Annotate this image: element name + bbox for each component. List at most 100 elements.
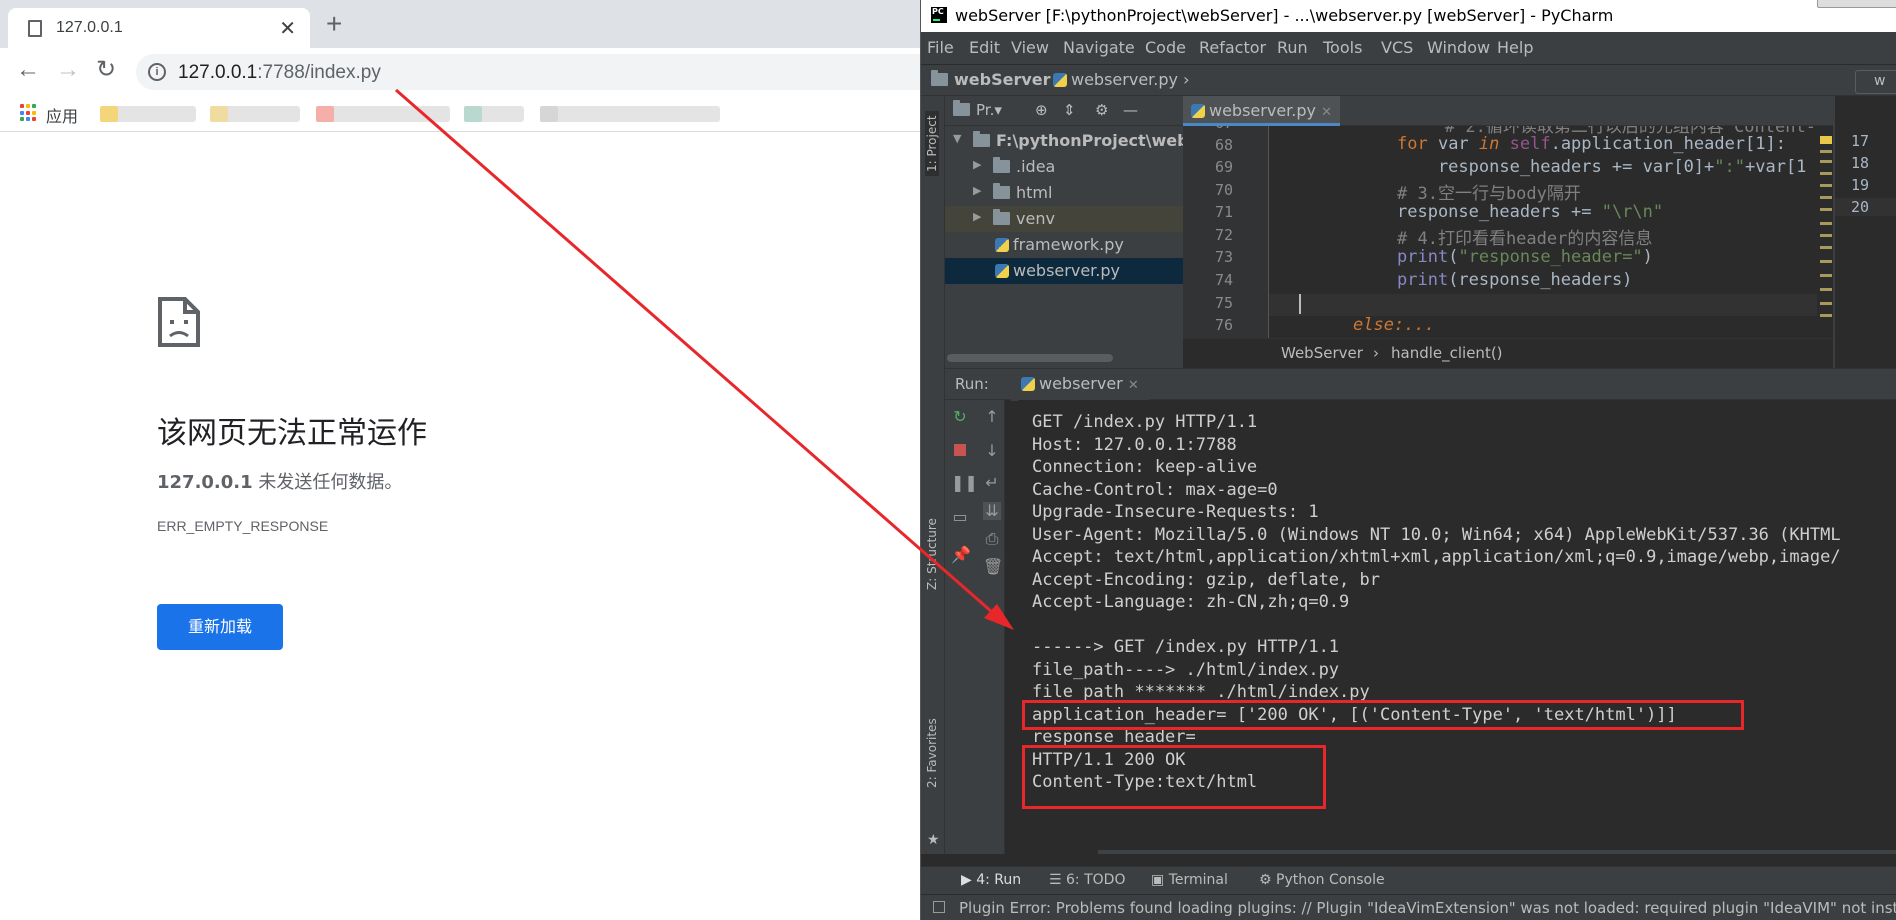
crumb-class[interactable]: WebServer: [1281, 344, 1363, 362]
collapse-icon[interactable]: ⇕: [1063, 101, 1076, 119]
print-icon[interactable]: ⎙: [983, 530, 1001, 548]
console-scrollbar[interactable]: [1098, 850, 1896, 854]
pause-icon[interactable]: ❚❚: [951, 474, 978, 492]
console-line: Accept-Language: zh-CN,zh;q=0.9: [1032, 592, 1350, 612]
console-line: file_path----> ./html/index.py: [1032, 660, 1340, 680]
line-number: 73: [1214, 248, 1233, 266]
status-message[interactable]: Plugin Error: Problems found loading plu…: [959, 899, 1896, 917]
trash-icon[interactable]: 🗑: [983, 558, 1003, 576]
bookmark-item[interactable]: [464, 106, 524, 122]
line-number: 17: [1851, 132, 1870, 150]
line-number: 20: [1835, 198, 1896, 216]
window-control[interactable]: [1817, 0, 1896, 8]
line-number: 75: [1214, 294, 1233, 312]
info-icon[interactable]: i: [148, 63, 166, 81]
close-tab-icon[interactable]: ✕: [1321, 105, 1332, 120]
crumb-separator: ›: [1373, 344, 1379, 362]
new-tab-button[interactable]: +: [326, 10, 342, 38]
split-editor[interactable]: 17 18 19 20: [1833, 96, 1896, 368]
menu-refactor[interactable]: Refactor: [1199, 38, 1266, 57]
run-panel-header: Run: webserver ✕: [945, 368, 1896, 401]
project-tool-button[interactable]: 1: Project: [925, 111, 939, 176]
code-breadcrumbs: WebServer › handle_client(): [1183, 338, 1833, 368]
forward-icon[interactable]: →: [56, 58, 80, 82]
browser-tab[interactable]: 127.0.0.1 ✕: [8, 8, 310, 48]
bookmark-item[interactable]: [316, 106, 450, 122]
title-bar: PC webServer [F:\pythonProject\webServer…: [921, 0, 1896, 32]
close-tab-icon[interactable]: ✕: [1128, 378, 1139, 393]
gear-icon[interactable]: ⚙: [1095, 101, 1108, 119]
reload-icon[interactable]: ↻: [96, 58, 116, 82]
code-line-74: print(response_headers): [1397, 270, 1633, 290]
menu-vcs[interactable]: VCS: [1381, 38, 1413, 57]
run-toolbar: ↻ ↑ ↓ ❚❚ ↵ ⇊ ▭ ⎙ 📌 🗑: [945, 400, 1005, 854]
menu-code[interactable]: Code: [1145, 38, 1186, 57]
soft-wrap-icon[interactable]: ↵: [983, 474, 1001, 492]
menu-edit[interactable]: Edit: [969, 38, 1000, 57]
error-message: 127.0.0.1 未发送任何数据。: [157, 468, 402, 494]
crumb-method[interactable]: handle_client(): [1391, 344, 1503, 362]
pycharm-logo-icon: PC: [931, 7, 947, 23]
url-host: 127.0.0.1: [178, 62, 258, 83]
project-view-selector[interactable]: Pr.▾: [953, 100, 1002, 119]
apps-grid-icon[interactable]: [20, 104, 38, 122]
nav-project[interactable]: webServer ›: [931, 70, 1062, 89]
hide-icon[interactable]: —: [1123, 101, 1138, 119]
tool-run[interactable]: ▶ 4: Run: [961, 872, 1021, 888]
pin-icon[interactable]: 📌: [951, 546, 971, 564]
bookmark-item[interactable]: [210, 106, 300, 122]
rerun-icon[interactable]: ↻: [951, 408, 969, 426]
run-tab-webserver[interactable]: webserver ✕: [1011, 369, 1149, 401]
tree-item-framework[interactable]: framework.py: [945, 232, 1183, 258]
scroll-to-end-icon[interactable]: ⇊: [983, 502, 1001, 520]
tree-item-venv[interactable]: ▶ venv: [945, 206, 1183, 232]
expanded-arrow-icon: ▼: [953, 132, 962, 145]
down-icon[interactable]: ↓: [983, 442, 1001, 460]
layout-icon[interactable]: ▭: [951, 508, 969, 526]
bookmark-item[interactable]: [100, 106, 196, 122]
nav-file[interactable]: webserver.py ›: [1053, 70, 1189, 89]
run-config-button[interactable]: w: [1855, 70, 1896, 94]
project-scrollbar[interactable]: [947, 354, 1113, 362]
status-icon[interactable]: [933, 901, 945, 913]
back-icon[interactable]: ←: [16, 58, 40, 82]
tool-terminal[interactable]: ▣ Terminal: [1151, 872, 1228, 888]
error-stripe[interactable]: [1817, 126, 1833, 338]
favorites-tool-button[interactable]: 2: Favorites: [925, 718, 939, 788]
locate-icon[interactable]: ⊕: [1035, 101, 1048, 119]
address-bar[interactable]: i 127.0.0.1:7788/index.py: [136, 54, 920, 90]
menu-navigate[interactable]: Navigate: [1063, 38, 1135, 57]
python-file-icon: [995, 238, 1009, 252]
tree-item-webserver[interactable]: webserver.py: [945, 258, 1183, 284]
error-code: ERR_EMPTY_RESPONSE: [157, 518, 329, 534]
tool-todo[interactable]: ☰ 6: TODO: [1049, 872, 1125, 888]
line-number: 74: [1214, 271, 1233, 289]
bookmark-item[interactable]: [540, 106, 720, 122]
up-icon[interactable]: ↑: [983, 408, 1001, 426]
menu-help[interactable]: Help: [1497, 38, 1533, 57]
collapsed-arrow-icon: ▶: [973, 184, 982, 197]
run-console-output[interactable]: GET /index.py HTTP/1.1 Host: 127.0.0.1:7…: [1018, 400, 1896, 854]
editor-tab-webserver[interactable]: webserver.py ✕: [1183, 96, 1340, 126]
close-tab-icon[interactable]: ✕: [279, 16, 296, 41]
menu-run[interactable]: Run: [1277, 38, 1308, 57]
left-tool-stripe: 1: Project Z: Structure 2: Favorites ★: [921, 96, 945, 854]
structure-tool-button[interactable]: Z: Structure: [925, 518, 939, 590]
menu-window[interactable]: Window: [1427, 38, 1490, 57]
reload-button[interactable]: 重新加载: [157, 604, 283, 650]
stop-icon[interactable]: [951, 442, 969, 460]
tree-root[interactable]: ▼ F:\pythonProject\web: [945, 128, 1189, 154]
folder-icon: [993, 209, 1010, 225]
tool-python-console[interactable]: ⚙ Python Console: [1259, 872, 1385, 888]
console-line: Host: 127.0.0.1:7788: [1032, 435, 1237, 455]
apps-bookmark-label[interactable]: 应用: [46, 103, 78, 127]
menu-view[interactable]: View: [1011, 38, 1049, 57]
sad-page-icon: [158, 297, 200, 347]
tree-item-idea[interactable]: ▶ .idea: [945, 154, 1183, 180]
tree-item-html[interactable]: ▶ html: [945, 180, 1183, 206]
menu-file[interactable]: File: [927, 38, 954, 57]
menu-tools[interactable]: Tools: [1323, 38, 1362, 57]
folder-icon: [931, 70, 948, 86]
code-editor[interactable]: 67 68 69 70 71 72 73 74 75 76 # 2.循环读取第二…: [1183, 126, 1833, 338]
line-gutter: 67 68 69 70 71 72 73 74 75 76: [1183, 126, 1269, 338]
